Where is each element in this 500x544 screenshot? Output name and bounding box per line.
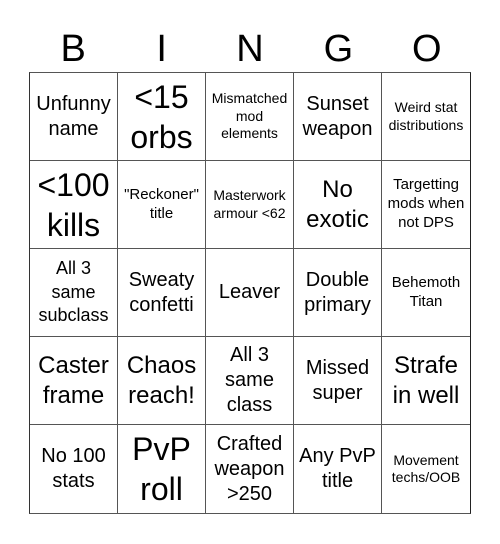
bingo-cell[interactable]: Sunset weapon [294, 73, 382, 161]
header-letter-o: O [412, 28, 442, 70]
cell-text: Sweaty confetti [128, 268, 195, 316]
cell-text: PvP roll [132, 431, 191, 507]
bingo-cell[interactable]: All 3 same class [206, 337, 294, 425]
bingo-header: B I N G O [29, 26, 471, 72]
cell-text: Mismatched mod elements [211, 90, 288, 142]
bingo-cell[interactable]: Chaos reach! [118, 337, 206, 425]
bingo-cell[interactable]: No 100 stats [30, 425, 118, 513]
bingo-cell[interactable]: No exotic [294, 161, 382, 249]
cell-text: All 3 same class [225, 344, 274, 416]
cell-text: Targetting mods when not DPS [387, 176, 465, 231]
cell-text: Weird stat distributions [388, 99, 464, 133]
cell-text: No exotic [306, 175, 369, 233]
header-letter-i: I [156, 28, 167, 70]
cell-text: Chaos reach! [126, 351, 197, 409]
bingo-cell[interactable]: PvP roll [118, 425, 206, 513]
bingo-cell[interactable]: <100 kills [30, 161, 118, 249]
bingo-cell[interactable]: <15 orbs [118, 73, 206, 161]
bingo-cell[interactable]: Weird stat distributions [382, 73, 470, 161]
cell-text: All 3 same subclass [38, 258, 109, 326]
header-letter-n: N [236, 28, 264, 70]
bingo-cell[interactable]: Masterwork armour <62 [206, 161, 294, 249]
bingo-cell[interactable]: Movement techs/OOB [382, 425, 470, 513]
bingo-cell[interactable]: Double primary [294, 249, 382, 337]
cell-text: Missed super [305, 356, 370, 404]
bingo-cell[interactable]: All 3 same subclass [30, 249, 118, 337]
cell-text: Leaver [218, 281, 281, 303]
bingo-board: Unfunny name <15 orbs Mismatched mod ele… [29, 72, 471, 514]
bingo-cell[interactable]: Any PvP title [294, 425, 382, 513]
cell-text: Any PvP title [299, 445, 376, 492]
bingo-cell[interactable]: Leaver [206, 249, 294, 337]
cell-text: No 100 stats [41, 445, 106, 492]
header-letter-g: G [323, 28, 354, 70]
bingo-cell[interactable]: Targetting mods when not DPS [382, 161, 470, 249]
cell-text: Caster frame [38, 351, 109, 409]
header-letter-b: B [60, 28, 86, 70]
cell-text: Movement techs/OOB [391, 451, 461, 486]
bingo-cell[interactable]: Crafted weapon >250 [206, 425, 294, 513]
bingo-cell[interactable]: Caster frame [30, 337, 118, 425]
cell-text: <100 kills [37, 166, 110, 243]
cell-text: Double primary [304, 268, 371, 316]
cell-text: Behemoth Titan [391, 273, 461, 310]
cell-text: "Reckoner" title [124, 185, 199, 222]
bingo-cell[interactable]: "Reckoner" title [118, 161, 206, 249]
bingo-cell[interactable]: Behemoth Titan [382, 249, 470, 337]
cell-text: Strafe in well [392, 351, 460, 409]
cell-text: Sunset weapon [302, 92, 373, 140]
cell-text: Masterwork armour <62 [213, 187, 286, 221]
bingo-cell[interactable]: Missed super [294, 337, 382, 425]
bingo-cell[interactable]: Sweaty confetti [118, 249, 206, 337]
cell-text: <15 orbs [130, 78, 193, 155]
cell-text: Crafted weapon >250 [214, 432, 285, 505]
cell-text: Unfunny name [36, 92, 111, 140]
bingo-cell[interactable]: Mismatched mod elements [206, 73, 294, 161]
bingo-cell[interactable]: Unfunny name [30, 73, 118, 161]
bingo-cell[interactable]: Strafe in well [382, 337, 470, 425]
